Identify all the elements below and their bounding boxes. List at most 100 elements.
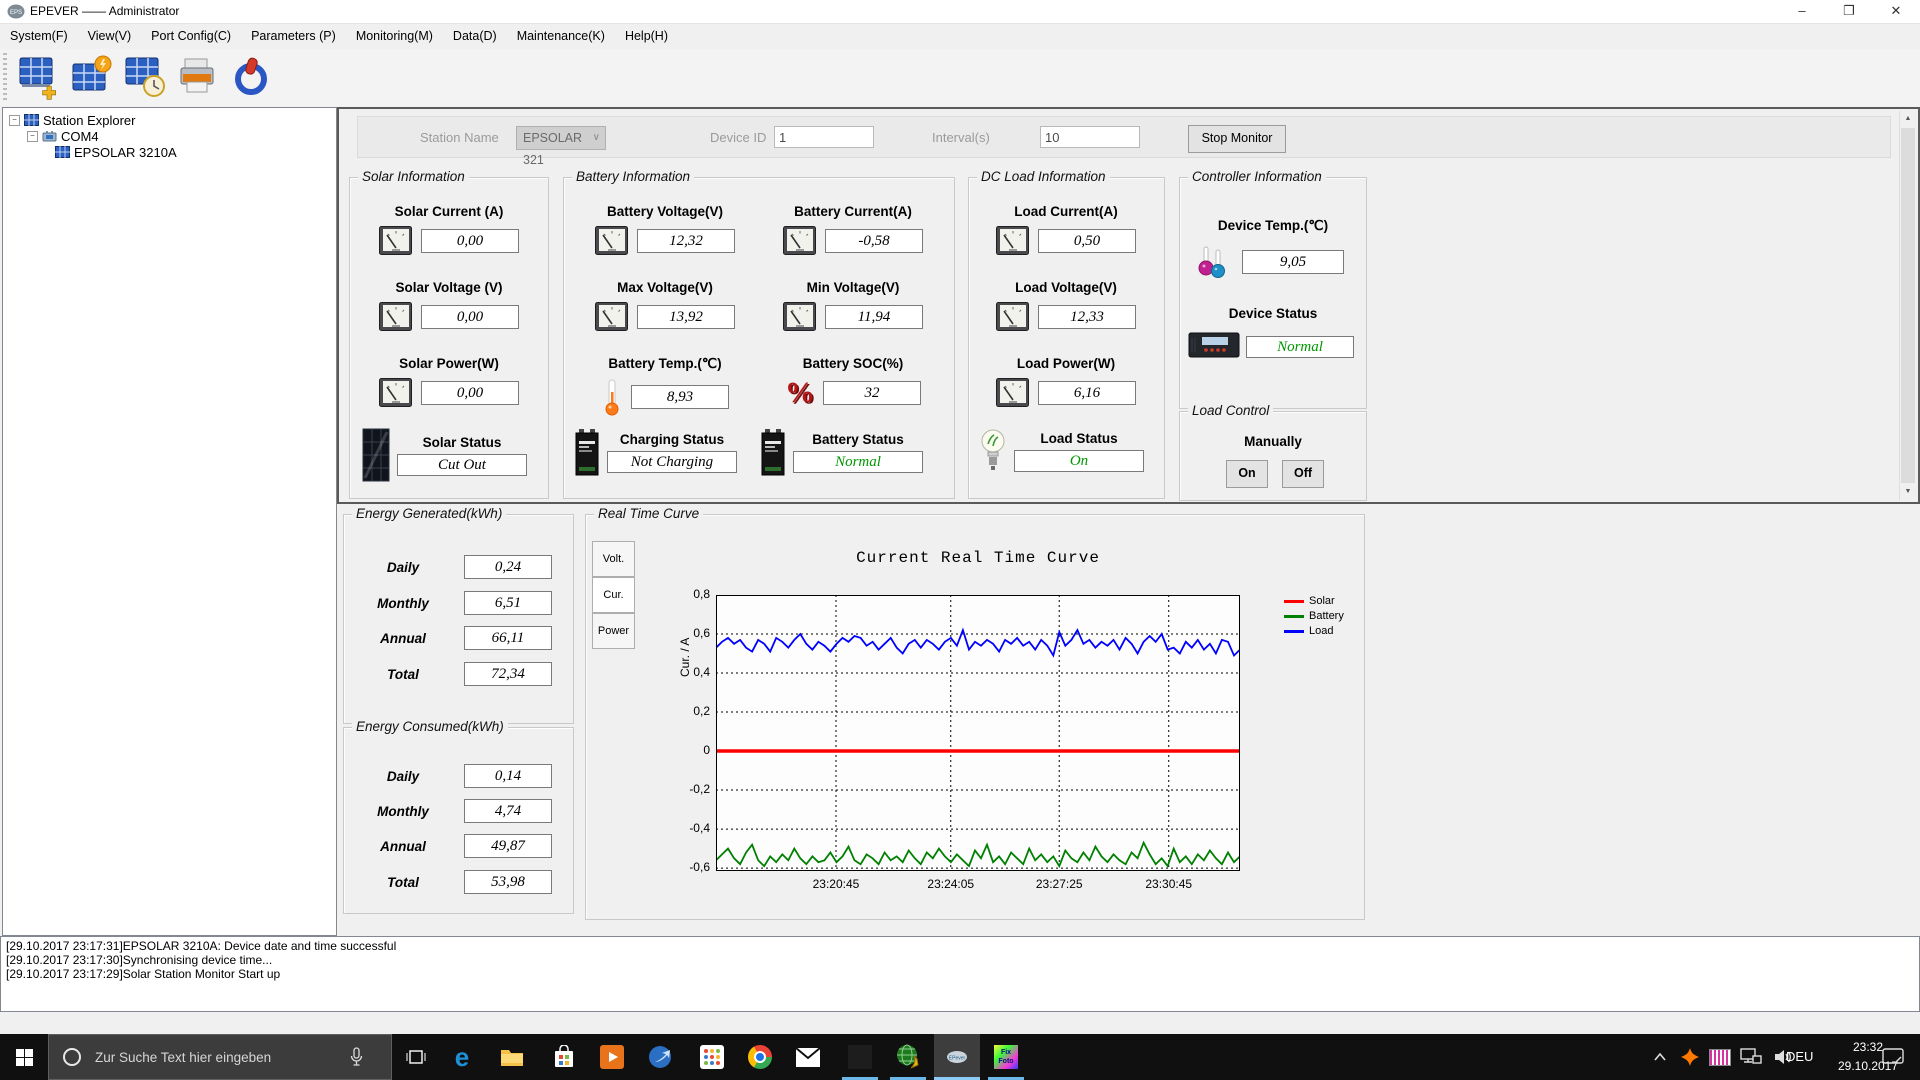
taskbar-dark-app[interactable] [838,1034,882,1080]
menu-data[interactable]: Data(D) [443,24,507,49]
tree-item-label: Station Explorer [43,112,136,128]
window-title: EPEVER —— Administrator [30,4,180,18]
device-temp-value: 9,05 [1242,250,1344,274]
energy-generated-group: Energy Generated(kWh) Daily 0,24 Monthly 6… [343,506,574,724]
epever-monitor-app: { "window": { "title": "EPEVER —— Admini… [0,0,1920,1080]
device-id-input[interactable] [774,126,874,148]
controller-device-icon [1188,332,1240,358]
stop-monitor-button[interactable]: Stop Monitor [1188,125,1286,153]
generated-monthly-value: 6,51 [464,591,552,615]
status-label: Battery Status [812,431,904,447]
tab-volt[interactable]: Volt. [592,541,635,577]
menu-port-config[interactable]: Port Config(C) [141,24,241,49]
charging-status-value: Not Charging [607,450,737,473]
taskbar-epever-active[interactable]: EPever [934,1034,980,1080]
add-station-icon[interactable] [16,54,62,100]
legend-item: Solar [1284,595,1344,607]
legend-swatch [1284,599,1304,603]
microphone-icon[interactable] [349,1046,363,1068]
battery-soc-icon: % [785,376,815,409]
tray-network[interactable] [1736,1034,1766,1080]
tree-item-label: COM4 [61,128,99,144]
scroll-down-icon[interactable]: ▼ [1900,484,1916,500]
task-view-button[interactable] [394,1034,438,1080]
start-button[interactable] [0,1034,48,1080]
menu-maintenance[interactable]: Maintenance(K) [507,24,615,49]
solar-station-icon[interactable] [69,54,115,100]
taskbar-fixfoto[interactable]: Fix Foto [984,1034,1028,1080]
scroll-up-icon[interactable]: ▲ [1900,111,1916,127]
taskbar-explorer[interactable] [490,1034,534,1080]
status-label: Load Status [1040,430,1118,446]
print-icon[interactable] [175,54,221,100]
taskbar-search[interactable] [48,1034,392,1080]
load-off-button[interactable]: Off [1282,460,1324,488]
search-input[interactable] [93,1048,347,1066]
edge-icon: e [454,1041,470,1072]
log-line: [29.10.2017 23:17:30]Synchronising devic… [6,953,273,967]
collapse-icon[interactable]: − [9,114,20,126]
y-axis-tick: 0,8 [693,587,710,601]
chart-title: Current Real Time Curve [856,549,1100,567]
taskbar-globe-app[interactable] [886,1034,930,1080]
load-current-value: 0,50 [1038,229,1136,253]
maximize-button[interactable]: ❐ [1826,0,1872,23]
tray-expand-button[interactable] [1646,1034,1674,1080]
vertical-scrollbar[interactable]: ▲ ▼ [1899,111,1916,500]
scrollbar-thumb[interactable] [1901,128,1915,483]
chrome-icon [748,1045,772,1069]
media-player-icon [649,1046,671,1068]
menu-view[interactable]: View(V) [78,24,142,49]
menu-system[interactable]: System(F) [0,24,78,49]
tab-cur[interactable]: Cur. [592,577,635,613]
battery-temp-value: 8,93 [631,385,729,409]
menu-parameters[interactable]: Parameters (P) [241,24,346,49]
field-label: Battery Current(A) [794,204,912,219]
taskbar-media-player[interactable] [638,1034,682,1080]
station-name-label: Station Name [420,130,499,145]
tray-language[interactable]: DEU [1786,1034,1813,1080]
interval-input[interactable] [1040,126,1140,148]
station-name-value: EPSOLAR 321 [523,131,583,167]
consumed-annual-value: 49,87 [464,834,552,858]
power-exit-icon[interactable] [228,54,274,100]
row-label: Monthly [377,803,429,819]
tab-power[interactable]: Power [592,613,635,649]
avast-icon [1681,1048,1699,1066]
tree-item-station-explorer[interactable]: − Station Explorer [9,112,136,128]
menu-bar: System(F) View(V) Port Config(C) Paramet… [0,24,1920,49]
load-on-button[interactable]: On [1226,460,1268,488]
station-name-select[interactable]: EPSOLAR 321 ∨ [516,126,606,167]
menu-monitoring[interactable]: Monitoring(M) [346,24,443,49]
load-power-value: 6,16 [1038,381,1136,405]
station-icon [24,114,39,126]
action-center-button[interactable] [1878,1034,1908,1080]
tree-item-com4[interactable]: − COM4 [27,128,99,144]
station-time-icon[interactable] [122,54,168,100]
taskbar-store[interactable] [542,1034,586,1080]
epever-app-icon: EPever [947,1051,967,1063]
group-title: Controller Information [1188,169,1326,184]
close-button[interactable]: ✕ [1873,0,1919,23]
log-line: [29.10.2017 23:17:31]EPSOLAR 3210A: Devi… [6,939,397,953]
epever-logo-icon: EPS [7,4,25,19]
tray-striped-app[interactable] [1706,1034,1734,1080]
menu-help[interactable]: Help(H) [615,24,678,49]
row-label: Daily [386,559,420,575]
status-label: Solar Status [422,434,502,450]
taskbar-apps-grid[interactable] [690,1034,734,1080]
taskbar-movies-tv[interactable] [590,1034,634,1080]
taskbar-edge[interactable]: e [440,1034,484,1080]
minimize-button[interactable]: – [1779,0,1825,23]
legend-label: Battery [1309,610,1344,622]
tray-avast[interactable] [1676,1034,1704,1080]
tree-item-epsolar3210a[interactable]: EPSOLAR 3210A [55,144,177,160]
collapse-icon[interactable]: − [27,130,38,142]
taskbar-chrome[interactable] [738,1034,782,1080]
store-icon [555,1045,573,1067]
solar-power-value: 0,00 [421,381,519,405]
gauge-meter-icon [996,302,1029,331]
taskbar-mail[interactable] [786,1034,830,1080]
solar-information-group: Solar Information Solar Current (A) 0,00… [349,169,549,499]
row-label: Monthly [377,595,429,611]
